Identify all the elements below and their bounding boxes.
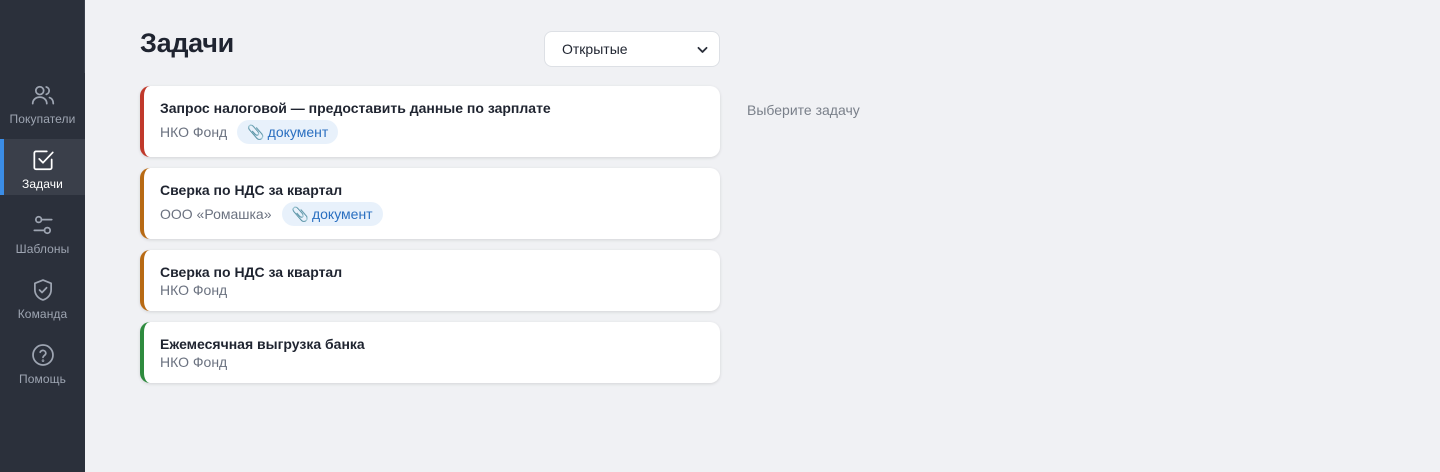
sidebar-item-label: Покупатели: [9, 112, 76, 126]
users-icon: [31, 85, 54, 105]
task-meta: ООО «Ромашка» 📎 документ: [160, 202, 383, 226]
check-square-icon: [32, 150, 54, 171]
sidebar-item-label: Команда: [17, 307, 68, 321]
document-badge-label: документ: [267, 124, 329, 140]
task-detail-empty-hint: Выберите задачу: [747, 102, 860, 118]
task-title: Сверка по НДС за квартал: [160, 182, 343, 198]
sidebar-item-label: Помощь: [19, 372, 66, 386]
sidebar-item-customers[interactable]: Покупатели: [0, 74, 85, 130]
sidebar-item-team[interactable]: Команда: [0, 269, 85, 325]
task-client: НКО Фонд: [160, 354, 228, 370]
task-client: НКО Фонд: [160, 282, 228, 298]
task-client: ООО «Ромашка»: [160, 206, 272, 222]
task-title: Запрос налоговой — предоставить данные п…: [160, 100, 551, 116]
sidebar-item-templates[interactable]: Шаблоны: [0, 204, 85, 260]
shield-check-icon: [33, 279, 52, 301]
document-badge[interactable]: 📎 документ: [237, 120, 339, 144]
task-meta: НКО Фонд: [160, 354, 227, 370]
task-card[interactable]: Сверка по НДС за квартал НКО Фонд: [140, 250, 720, 311]
sidebar-item-label: Задачи: [22, 177, 63, 191]
document-badge[interactable]: 📎 документ: [281, 202, 383, 226]
task-meta: НКО Фонд 📎 документ: [160, 120, 339, 144]
sidebar-logo-area: [0, 0, 85, 73]
sidebar-item-help[interactable]: Помощь: [0, 334, 85, 390]
task-card[interactable]: Сверка по НДС за квартал ООО «Ромашка» 📎…: [140, 168, 720, 239]
sidebar-item-label: Шаблоны: [15, 242, 70, 256]
sidebar: Покупатели Задачи Шаблоны Команда Помощь: [0, 0, 85, 472]
sidebar-item-tasks[interactable]: Задачи: [0, 139, 85, 195]
task-meta: НКО Фонд: [160, 282, 227, 298]
paperclip-icon: 📎: [247, 123, 265, 140]
task-client: НКО Фонд: [160, 124, 228, 140]
chevron-down-icon: [697, 46, 708, 53]
task-card[interactable]: Ежемесячная выгрузка банка НКО Фонд: [140, 322, 720, 383]
document-badge-label: документ: [311, 206, 373, 222]
page-title: Задачи: [140, 28, 234, 58]
task-title: Сверка по НДС за квартал: [160, 264, 343, 280]
status-filter-value: Открытые: [562, 41, 628, 57]
task-title: Ежемесячная выгрузка банка: [160, 336, 365, 352]
status-filter-select[interactable]: Открытые: [544, 31, 720, 67]
paperclip-icon: 📎: [291, 205, 309, 222]
task-card[interactable]: Запрос налоговой — предоставить данные п…: [140, 86, 720, 157]
help-circle-icon: [31, 344, 54, 366]
sliders-icon: [32, 215, 53, 235]
